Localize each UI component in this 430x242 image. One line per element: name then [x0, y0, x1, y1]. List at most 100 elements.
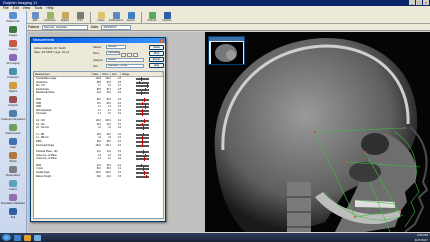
close-button[interactable]: ×	[423, 0, 429, 5]
norm-field[interactable]: Caucasian	[106, 51, 120, 55]
analysis-field-label: Analysis	[93, 59, 103, 62]
column-header[interactable]: Dev	[111, 72, 122, 76]
sidebar-item-label: Treatment	[7, 76, 19, 79]
measurement-deviation: 0.2	[118, 157, 122, 161]
toolbar-refresh-button[interactable]: Refresh	[145, 11, 159, 23]
sidebar-item-treatment[interactable]: Treatment	[0, 68, 26, 81]
patient-field[interactable]: Sample	[106, 45, 126, 49]
export-icon	[127, 12, 135, 19]
analysis-select[interactable]: Steiner	[106, 58, 144, 62]
measurement-norm: 4.0	[108, 126, 112, 130]
sidebar-item-superimpose[interactable]: Superimpose	[0, 124, 26, 137]
maximize-button[interactable]: □	[416, 0, 422, 5]
table-row[interactable]: Interincisal Angle 130.2 131.0 -0.1	[34, 143, 163, 148]
sidebar-item-label: 3D Imaging	[6, 62, 20, 65]
toolbar-export-button[interactable]: Export	[124, 11, 138, 23]
digitize-icon	[9, 82, 17, 89]
taskbar: 4:56 PM 4/27/2017	[0, 233, 430, 242]
dolphin-app-icon[interactable]	[34, 234, 41, 241]
option-button[interactable]	[121, 53, 126, 57]
toolbar-print-button[interactable]: Print	[73, 11, 87, 23]
patient-field-label: Patient	[93, 46, 102, 49]
sidebar-item-analysis[interactable]: Analysis	[0, 96, 26, 109]
close-dialog-button[interactable]: Close	[149, 45, 164, 50]
toolbar-button-label: Export	[127, 19, 135, 22]
treatment-icon	[9, 68, 17, 75]
thumbnail-image[interactable]	[211, 42, 243, 64]
explorer-icon[interactable]	[14, 234, 21, 241]
column-header[interactable]: Range	[121, 72, 163, 76]
minimize-button[interactable]: _	[409, 0, 415, 5]
sidebar-item-label: Morph	[9, 160, 17, 163]
sidebar-item-population-database[interactable]: Population Database	[0, 194, 26, 207]
table-row[interactable]: U1 - NA mm 4.3 4.0 0.1	[34, 126, 163, 130]
sidebar-item-treatment-simulation[interactable]: Treatment Simulation	[0, 110, 26, 123]
measurements-table[interactable]: Measurement Value Norm Dev Range Cranial…	[33, 71, 164, 219]
folder-icon[interactable]	[24, 234, 31, 241]
measurement-value: 24.9	[96, 91, 102, 95]
patient-selector-row: Patient Sample, Cephalo Date 4/27/2017	[0, 24, 430, 31]
toolbar-notes-button[interactable]: Notes	[94, 11, 108, 23]
letters-icon	[9, 180, 17, 187]
clock-time: 4:56 PM	[416, 233, 428, 237]
patient-combo[interactable]: Sample, Cephalo	[41, 24, 88, 30]
print-icon	[76, 12, 84, 19]
measurement-name: Interincisal Angle	[36, 143, 55, 147]
export-button[interactable]: Export	[149, 57, 164, 62]
measurement-value: 1.9	[98, 112, 102, 116]
toolbar-digitize-button[interactable]: Digitize	[58, 11, 72, 23]
sort-select[interactable]: Standard / Group	[106, 64, 144, 68]
system-tray: 4:56 PM 4/27/2017	[415, 233, 428, 242]
table-row[interactable]: Lower Lip - E Plane -1.5 -2.0 0.2	[34, 157, 163, 161]
column-header[interactable]: Value	[92, 72, 102, 76]
analysis-icon	[9, 96, 17, 103]
table-row[interactable]: Ramus Height 46.8 44.0 0.6	[34, 174, 163, 179]
print-button[interactable]: Print	[149, 51, 164, 56]
thumbnail-window[interactable]	[208, 36, 245, 65]
column-header[interactable]: Measurement	[34, 72, 92, 76]
toolbar-button-label: Print	[77, 19, 83, 22]
measurement-name: U1 - NA mm	[36, 126, 50, 130]
measurement-deviation: 0.6	[118, 174, 122, 178]
database-icon	[9, 194, 17, 201]
column-header[interactable]: Norm	[101, 72, 112, 76]
start-button[interactable]	[2, 234, 11, 241]
patient-icon	[9, 12, 17, 19]
toolbar-publications-button[interactable]: Publications	[109, 11, 123, 23]
sidebar-item-label: Treatment Simulation	[0, 118, 26, 121]
measurement-deviation: -0.1	[117, 143, 122, 147]
toolbar-edit-button[interactable]: Edit	[28, 11, 42, 23]
toolbar-notebook-button[interactable]: Notebook	[43, 11, 57, 23]
sidebar-item-imaging[interactable]: Imaging	[0, 40, 26, 53]
option-button[interactable]	[127, 53, 132, 57]
deviation-marker	[142, 126, 144, 130]
toolbar-options-button[interactable]: Options	[160, 11, 174, 23]
measurement-value: 4.3	[98, 126, 102, 130]
sidebar-item-letters[interactable]: Letters	[0, 180, 26, 193]
dialog-close-icon[interactable]: ×	[160, 38, 164, 43]
sidebar-item-exit[interactable]: Exit	[0, 208, 26, 221]
measurement-norm: 131.0	[105, 143, 112, 147]
patient-date-line: Date: 4/27/2017, Age: 24 yrs	[34, 50, 70, 54]
sidebar-item-ceph[interactable]: Ceph	[0, 138, 26, 151]
sidebar-item-patient-info[interactable]: Patient Info	[0, 12, 26, 25]
sort-field-label: Sort	[93, 65, 98, 68]
norm-range-box	[136, 92, 150, 95]
sidebar-item-label: Digitize	[8, 90, 18, 93]
sidebar-item-label: Analysis	[8, 104, 18, 107]
deviation-marker	[142, 112, 144, 116]
sidebar-item-3d-imaging[interactable]: 3D Imaging	[0, 54, 26, 67]
measurement-value: 130.2	[95, 143, 102, 147]
date-combo[interactable]: 4/27/2017	[101, 24, 132, 30]
table-row[interactable]: Convexity 1.9 2.0 0.0	[34, 112, 163, 116]
deviation-graph	[121, 157, 163, 161]
sidebar-item-images[interactable]: Images	[0, 26, 26, 39]
sidebar-item-digitize[interactable]: Digitize	[0, 82, 26, 95]
sidebar-item-presentation[interactable]: Presentation	[0, 166, 26, 179]
sidebar-item-morph[interactable]: Morph	[0, 152, 26, 165]
presentation-icon	[9, 166, 17, 173]
help-button[interactable]: Help	[149, 63, 164, 68]
table-row[interactable]: Mandibular Plane 24.9 26.0 -0.2	[34, 91, 163, 95]
measurement-norm: -2.0	[107, 157, 112, 161]
option-button[interactable]	[133, 53, 138, 57]
